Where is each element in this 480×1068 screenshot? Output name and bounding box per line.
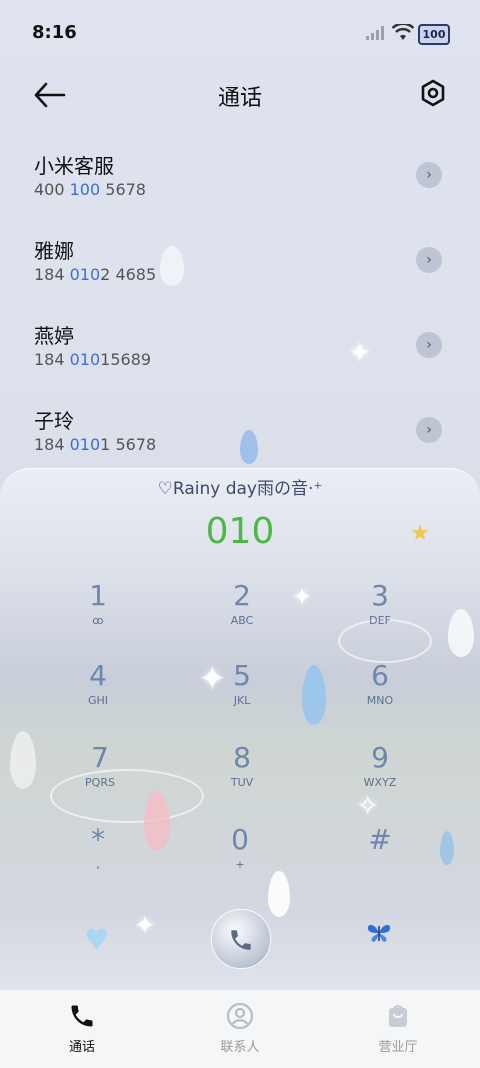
sparkle-decor: ✦: [292, 583, 313, 611]
call-row[interactable]: 燕婷 184 01015689 ›: [0, 310, 480, 395]
status-bar: 8:16 100: [0, 0, 480, 64]
tab-calls[interactable]: 通话: [32, 1002, 132, 1055]
dialpad-actions: ♥: [0, 909, 480, 979]
raindrop-decor: [440, 831, 454, 865]
key-hash[interactable]: #: [330, 823, 430, 858]
chevron-right-icon[interactable]: ›: [416, 162, 442, 188]
key-8[interactable]: 8 TUV: [192, 741, 292, 789]
key-2[interactable]: 2 ABC: [192, 579, 292, 627]
bottom-nav: 通话 联系人 营业厅: [0, 989, 480, 1068]
raindrop-decor: [160, 246, 184, 286]
contact-name: 雅娜: [34, 239, 74, 263]
contact-name: 小米客服: [34, 154, 114, 178]
chevron-right-icon[interactable]: ›: [416, 332, 442, 358]
heart-icon[interactable]: ♥: [84, 923, 109, 956]
key-star[interactable]: *,: [48, 823, 148, 871]
raindrop-decor: [302, 665, 326, 725]
chevron-right-icon[interactable]: ›: [416, 417, 442, 443]
battery-icon: 100: [418, 24, 450, 45]
raindrop-decor: [448, 609, 474, 657]
raindrop-decor: [10, 731, 36, 789]
contact-number: 184 01015689: [34, 350, 152, 369]
settings-icon[interactable]: [418, 78, 448, 108]
dial-number-display[interactable]: 010: [0, 511, 480, 552]
header: 通话: [0, 70, 480, 120]
dialpad-panel: ♡Rainy day雨の音·⁺ 010 ★ ✦ ✧ ✦ ✦ 1ꝏ 2 ABC 3D…: [0, 468, 480, 990]
sparkle-decor: ✦: [348, 336, 372, 369]
status-time: 8:16: [32, 22, 77, 43]
call-row[interactable]: 小米客服 400 100 5678 ›: [0, 140, 480, 225]
tab-contacts[interactable]: 联系人: [190, 1002, 290, 1055]
key-4[interactable]: 4 GHI: [48, 659, 148, 707]
key-9[interactable]: 9 WXYZ: [330, 741, 430, 789]
key-5[interactable]: 5 JKL: [192, 659, 292, 707]
tab-label: 联系人: [220, 1040, 260, 1055]
contact-number: 184 0101 5678: [34, 435, 157, 454]
phone-icon: [231, 929, 251, 950]
contact-number: 400 100 5678: [34, 180, 146, 199]
phone-icon: [71, 1005, 93, 1027]
key-6[interactable]: 6 MNO: [330, 659, 430, 707]
page-title: 通话: [217, 86, 262, 111]
key-0[interactable]: 0 +: [190, 823, 290, 871]
wifi-icon: [392, 24, 414, 40]
star-icon[interactable]: ★: [410, 521, 430, 546]
sparkle-decor: ✧: [356, 789, 380, 822]
raindrop-decor: [240, 430, 258, 464]
shop-bag-icon: [389, 1005, 407, 1027]
recent-calls-list: 小米客服 400 100 5678 › 雅娜 184 0102 4685 › 燕…: [0, 140, 480, 480]
tab-label: 营业厅: [378, 1040, 418, 1055]
call-button[interactable]: [211, 909, 271, 969]
chevron-right-icon[interactable]: ›: [416, 247, 442, 273]
contact-number: 184 0102 4685: [34, 265, 157, 284]
tab-label: 通话: [68, 1040, 95, 1055]
contact-name: 燕婷: [34, 324, 74, 348]
contact-icon: [226, 1002, 254, 1030]
theme-label: ♡Rainy day雨の音·⁺: [157, 479, 323, 499]
key-7[interactable]: 7 PQRS: [50, 741, 150, 789]
key-1[interactable]: 1ꝏ: [48, 579, 148, 627]
butterfly-icon[interactable]: [366, 921, 392, 951]
contact-name: 子玲: [34, 409, 74, 433]
key-3[interactable]: 3 DEF: [330, 579, 430, 627]
call-row[interactable]: 雅娜 184 0102 4685 ›: [0, 225, 480, 310]
signal-icon: [366, 26, 384, 40]
tab-service-hall[interactable]: 营业厅: [348, 1002, 448, 1055]
